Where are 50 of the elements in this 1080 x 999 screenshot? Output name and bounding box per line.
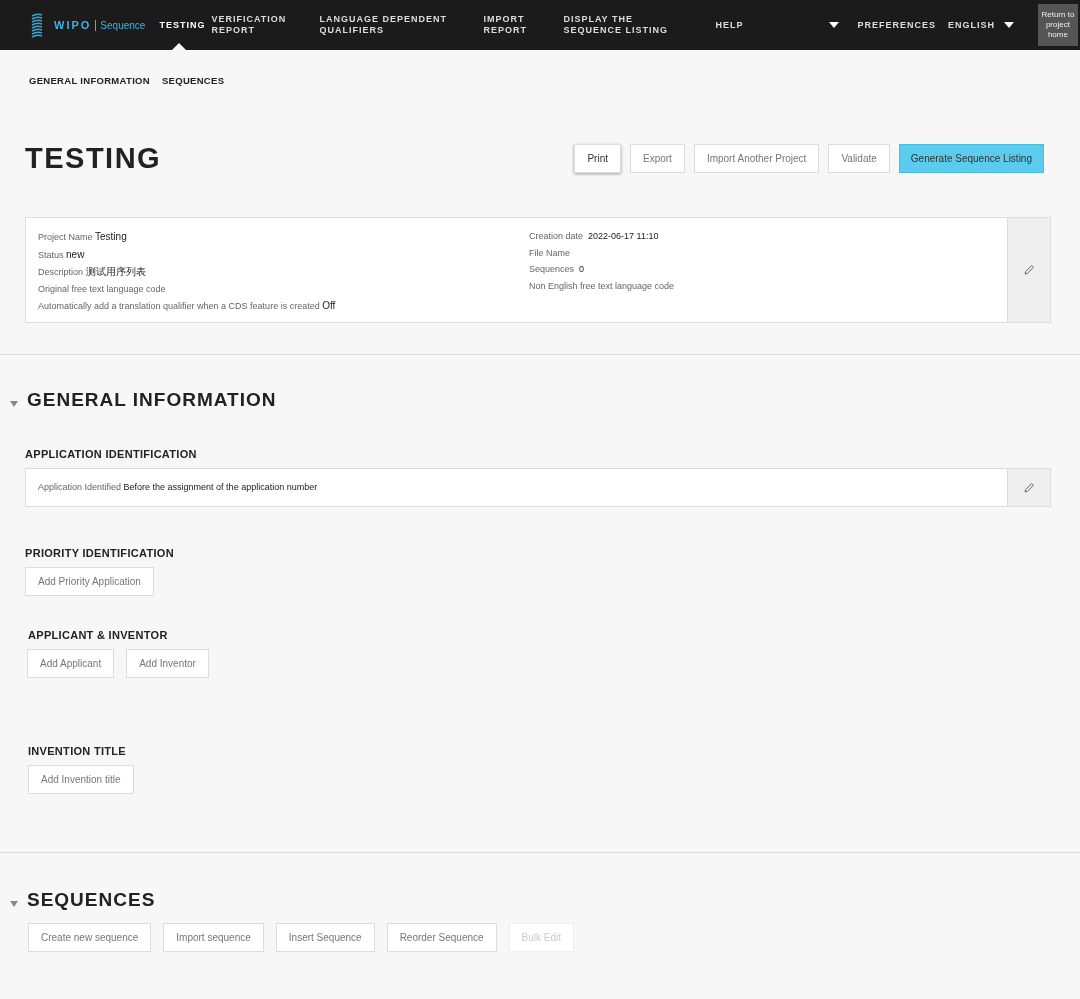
nav-tab[interactable]: VERIFICATION REPORT	[211, 14, 302, 36]
preferences-link[interactable]: PREFERENCES	[857, 19, 936, 31]
info-field: Status new	[38, 247, 529, 262]
sequence-button[interactable]: Import sequence	[163, 923, 264, 952]
add-button[interactable]: Add Inventor	[126, 649, 209, 678]
info-field: Non English free text language code	[529, 279, 675, 293]
section-heading: GENERAL INFORMATION	[27, 389, 277, 411]
nav-tab[interactable]: DISPLAY THE SEQUENCE LISTING	[563, 14, 692, 36]
pencil-icon	[1023, 264, 1035, 276]
caret-icon[interactable]	[1003, 22, 1014, 28]
info-field: Description 测试用序列表	[38, 265, 529, 280]
action-button[interactable]: Generate Sequence Listing	[898, 144, 1044, 173]
subsection-heading: PRIORITY IDENTIFICATION	[25, 547, 175, 559]
subsection-heading: APPLICANT & INVENTOR	[28, 629, 169, 641]
section-link[interactable]: SEQUENCES	[161, 75, 225, 86]
info-field: Creation date 2022-06-17 11:10	[529, 230, 675, 244]
selected-tab-pointer	[172, 42, 187, 50]
logo-icon	[30, 12, 44, 38]
section-heading: SEQUENCES	[27, 889, 156, 911]
section-link[interactable]: GENERAL INFORMATION	[29, 75, 150, 86]
pencil-icon	[1023, 481, 1035, 494]
nav-tab[interactable]: LANGUAGE DEPENDENT QUALIFIERS	[319, 14, 470, 36]
collapse-triangle-icon[interactable]	[10, 401, 18, 407]
subsection-heading: INVENTION TITLE	[28, 745, 127, 757]
language-dropdown[interactable]: ENGLISH	[947, 19, 995, 31]
info-field: Automatically add a translation qualifier when a CDS feature is created Off	[38, 299, 529, 314]
add-button[interactable]: Add Priority Application	[25, 567, 154, 596]
add-button[interactable]: Add Applicant	[27, 649, 115, 678]
logo-brand: WIPO	[54, 19, 92, 31]
sequence-button[interactable]: Reorder Sequence	[386, 923, 497, 952]
info-field: Original free text language code	[38, 282, 529, 296]
sequence-button[interactable]: Create new sequence	[28, 923, 152, 952]
sequence-button[interactable]: Insert Sequence	[275, 923, 375, 952]
nav-tab[interactable]: HELP	[715, 19, 756, 31]
return-button[interactable]: Return to project home	[1037, 4, 1078, 46]
action-button[interactable]: Export	[630, 144, 685, 173]
subsection-heading: APPLICATION IDENTIFICATION	[25, 448, 198, 460]
page-title: TESTING	[25, 142, 162, 175]
action-button[interactable]: Validate	[828, 144, 890, 173]
collapse-triangle-icon[interactable]	[10, 901, 18, 907]
nav-tab[interactable]: IMPORT REPORT	[483, 14, 544, 36]
action-button[interactable]: Import Another Project	[693, 144, 820, 173]
info-field: File Name	[529, 246, 675, 260]
add-button[interactable]: Add Invention title	[28, 765, 134, 794]
info-field: Project Name Testing	[38, 230, 529, 245]
logo-product: Sequence	[95, 19, 146, 31]
info-field: Sequences 0	[529, 263, 675, 277]
action-button[interactable]: Print	[574, 144, 621, 173]
info-field: Application Identified Before the assignment of the application number	[38, 480, 318, 495]
caret-icon[interactable]	[829, 22, 840, 28]
